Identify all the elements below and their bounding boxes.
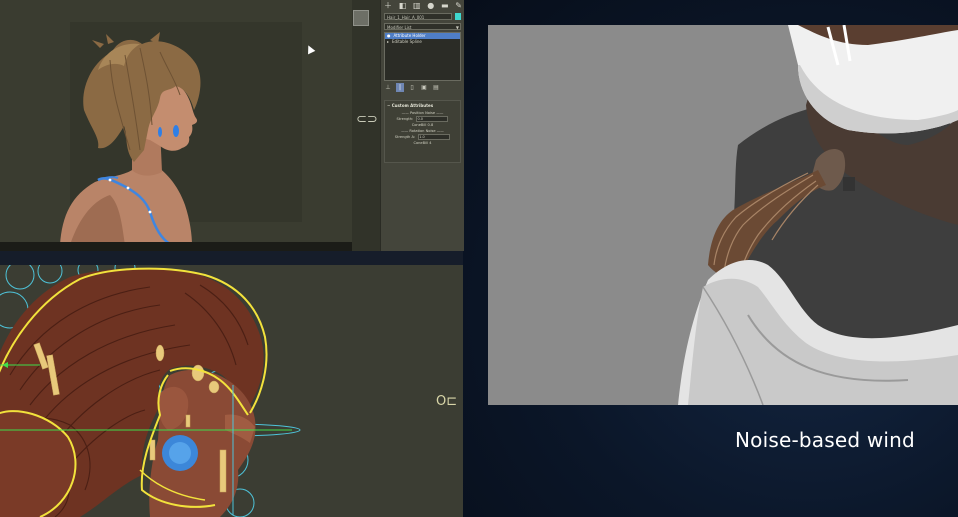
expand-icon: ● (387, 33, 391, 38)
viewport-top-left[interactable] (0, 0, 352, 251)
modifier-list-label: Modifier List (387, 25, 412, 30)
create-icon[interactable]: ＋ (384, 1, 392, 11)
coneoffset-label: ConeBill (411, 123, 427, 127)
rollout-title[interactable]: − Custom Attributes (385, 101, 460, 110)
expand-icon: ▸ (387, 39, 390, 44)
utilities-icon[interactable]: ✎ (455, 1, 462, 11)
hierarchy-icon[interactable]: ▥ (413, 1, 421, 11)
strength-label: Strength: (396, 117, 414, 121)
strength-a-label: Strength A: (394, 135, 416, 139)
modifier-list-dropdown[interactable]: Modifier List ▼ (384, 23, 461, 30)
make-unique-icon[interactable]: ▯ (408, 83, 416, 92)
character-profile-render (60, 32, 201, 246)
svg-text:O⊏: O⊏ (436, 394, 457, 409)
stack-item-editable-spline[interactable]: ▸ Editable Spline (385, 39, 460, 45)
coneoffset2-value[interactable]: 4 (429, 141, 431, 145)
remove-modifier-icon[interactable]: ▣ (420, 83, 428, 92)
command-panel-tabs[interactable]: ＋ ◧ ▥ ● ▬ ✎ (384, 1, 462, 11)
viewport-gutter: ⊂⊃ (352, 0, 380, 251)
link-icon: ⊂⊃ (356, 112, 378, 127)
custom-attributes-rollout[interactable]: − Custom Attributes —— Position Noise ——… (384, 100, 461, 163)
stack-toolbar[interactable]: ⊥ | ▯ ▣ ▤ (384, 83, 461, 92)
object-name-field[interactable]: Hair_1_Hair_A_001 (384, 13, 452, 20)
viewport-thumbnail[interactable] (353, 10, 369, 26)
slide-caption: Noise-based wind (735, 428, 915, 452)
viewport-bottom-bar (0, 242, 352, 251)
chevron-down-icon: ▼ (455, 25, 459, 30)
coneoffset2-label: ConeBill (413, 141, 429, 145)
viewport-bottom-left[interactable]: O⊏ (0, 265, 463, 517)
stack-item-label: Editable Spline (392, 39, 422, 44)
show-end-result-icon[interactable]: | (396, 83, 404, 92)
configure-sets-icon[interactable]: ▤ (432, 83, 440, 92)
motion-icon[interactable]: ● (427, 1, 434, 11)
coneoffset-value[interactable]: 0.8 (428, 123, 434, 127)
render-preview (488, 25, 958, 405)
modify-icon[interactable]: ◧ (399, 1, 407, 11)
display-icon[interactable]: ▬ (441, 1, 449, 11)
object-color-swatch[interactable] (455, 13, 461, 20)
hair-rig-render: O⊏ (0, 265, 457, 517)
command-panel[interactable]: ＋ ◧ ▥ ● ▬ ✎ Hair_1_Hair_A_001 Modifier L… (380, 0, 464, 251)
coneoffset2-row: ConeBill 4 (385, 140, 460, 146)
ponytail-render (678, 25, 958, 405)
viewport-divider (0, 251, 463, 265)
pin-stack-icon[interactable]: ⊥ (384, 83, 392, 92)
modifier-stack[interactable]: ● Attribute Holder ▸ Editable Spline (384, 32, 461, 81)
stack-item-label: Attribute Holder (393, 33, 426, 38)
